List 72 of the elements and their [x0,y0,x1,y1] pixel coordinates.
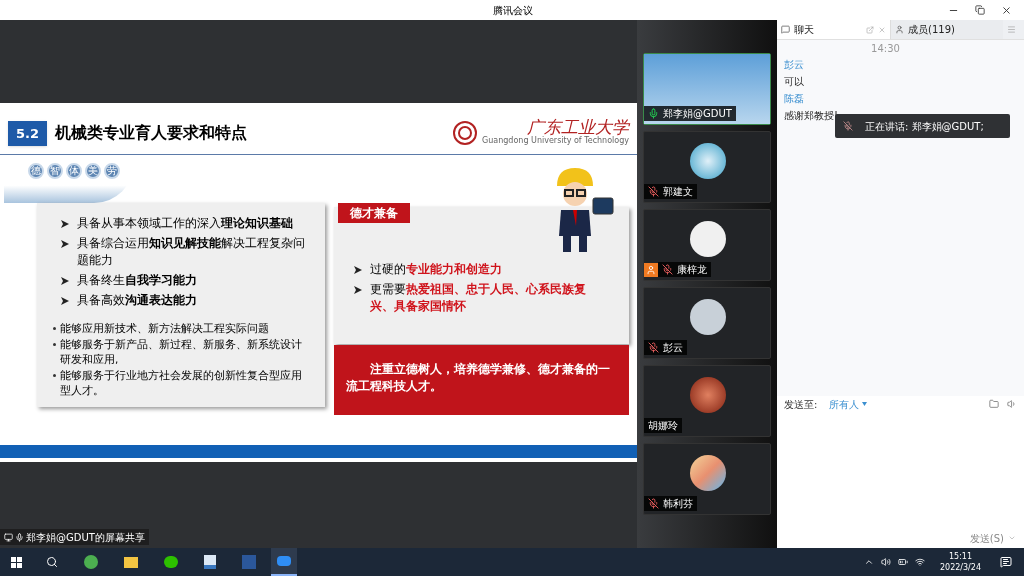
members-icon [895,25,904,34]
wifi-icon[interactable] [914,557,925,567]
microphone-icon [843,121,853,131]
section-number: 5.2 [8,120,48,146]
note-text: 能够服务于新产品、新过程、新服务、新系统设计研发和应用, [60,337,303,367]
window-title: 腾讯会议 [493,3,533,18]
requirement-text: 具备终生自我学习能力 [77,272,197,289]
notification-icon[interactable] [1000,556,1012,568]
arrow-bullet-icon [354,266,362,274]
restore-icon[interactable] [975,5,985,15]
arrow-bullet-icon [61,277,69,285]
participant-name: 郭建文 [663,185,693,199]
chat-tab[interactable]: 成员(119) [890,20,1003,39]
virtue-heading: 德才兼备 [338,203,410,223]
bullet-dot-icon [53,343,56,346]
university-emblem-icon [452,119,479,146]
speaker-icon[interactable] [1007,399,1017,409]
send-button[interactable]: 发送(S) [969,530,1004,546]
battery-icon[interactable] [897,557,908,567]
message-sender: 陈磊 [784,92,805,106]
bullet-dot-icon [53,327,56,330]
slide-title: 机械类专业育人要求和特点 [55,122,248,145]
arrow-bullet-icon [354,286,362,294]
virtue-text: 更需要热爱祖国、忠于人民、心系民族复兴、具备家国情怀 [370,281,587,315]
bullet-dot-icon [53,374,56,377]
participant-name: 韩利芬 [663,497,693,511]
participant-tile[interactable]: 郭建文 [643,131,771,203]
participant-tile[interactable]: 康梓龙 [643,209,771,281]
document-app-icon[interactable] [204,555,216,569]
chevron-up-icon[interactable] [863,557,874,567]
conclusion-text: 注重立德树人，培养德学兼修、德才兼备的一流工程科技人才。 [346,361,611,395]
requirement-text: 具备综合运用知识见解技能解决工程复杂问题能力 [77,235,306,269]
speaking-toast: 正在讲话: 郑李娟@GDUT; [835,114,1010,138]
note-text: 能够服务于行业地方社会发展的创新性复合型应用型人才。 [60,368,303,398]
virtue-text: 过硬的专业能力和创造力 [370,261,502,278]
clock-time: 15:11 [948,551,972,562]
message-time: 14:30 [871,42,900,56]
search-icon[interactable] [46,556,58,568]
participant-name: 郑李娟@GDUT [663,107,732,121]
participant-tile[interactable]: 郑李娟@GDUT [643,53,771,125]
participant-tile[interactable]: 彭云 [643,287,771,359]
clock-date: 2022/3/24 [939,562,981,573]
screen-share-label: 郑李娟@GDUT的屏幕共享 [0,529,149,545]
participant-tile[interactable]: 胡娜玲 [643,365,771,437]
arrow-bullet-icon [61,240,69,248]
participant-name: 胡娜玲 [648,419,678,433]
note-text: 能够应用新技术、新方法解决工程实际问题 [60,321,269,336]
arrow-bullet-icon [61,297,69,305]
close-icon[interactable] [1001,4,1012,16]
university-name: 广东工业大学 [527,119,629,136]
requirement-text: 具备从事本领域工作的深入理论知识基础 [77,215,293,232]
recipient-dropdown[interactable]: 所有人 [829,396,868,412]
university-subtitle: Guangdong University of Technology [482,136,629,146]
folder-icon[interactable] [989,399,999,409]
caret-icon [862,402,868,406]
meeting-app-icon[interactable] [271,548,297,576]
requirement-text: 具备高效沟通表达能力 [77,292,197,309]
participant-tile[interactable]: 韩利芬 [643,443,771,515]
send-to-label: 发送至: [784,397,818,412]
message-sender: 彭云 [784,58,805,72]
folder-app-icon[interactable] [124,556,138,568]
participant-name: 康梓龙 [677,263,707,277]
screen-icon [4,532,13,542]
arrow-bullet-icon [61,220,69,228]
message-text: 可以 [784,75,804,89]
microphone-icon [15,532,24,542]
chat-app-icon[interactable] [164,556,178,568]
start-icon[interactable] [11,556,22,568]
participant-name: 彭云 [663,341,683,355]
chat-icon [781,25,790,34]
browser-app-icon[interactable] [84,555,98,569]
volume-icon[interactable] [880,557,891,567]
